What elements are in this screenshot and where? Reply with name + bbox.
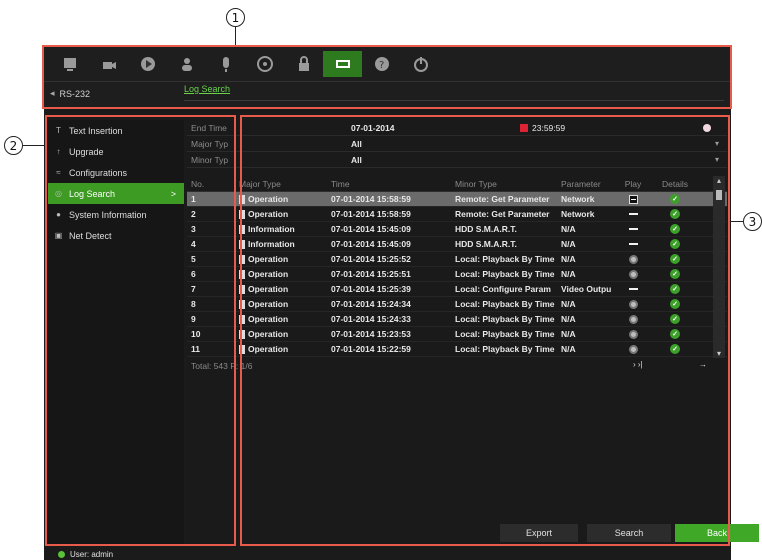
status-bar: User: admin [44, 549, 731, 560]
annotation-box-2 [45, 115, 236, 546]
annotation-box-1 [42, 45, 732, 109]
callout-2: 2 [4, 136, 23, 155]
callout-3: 3 [743, 212, 762, 231]
user-status-icon [58, 551, 65, 558]
annotation-box-3 [240, 115, 730, 546]
callout-1: 1 [226, 8, 245, 27]
user-label: User: admin [70, 550, 114, 559]
callout-1-leader [235, 27, 236, 45]
callout-2-leader [23, 145, 45, 146]
callout-3-leader [731, 221, 743, 222]
